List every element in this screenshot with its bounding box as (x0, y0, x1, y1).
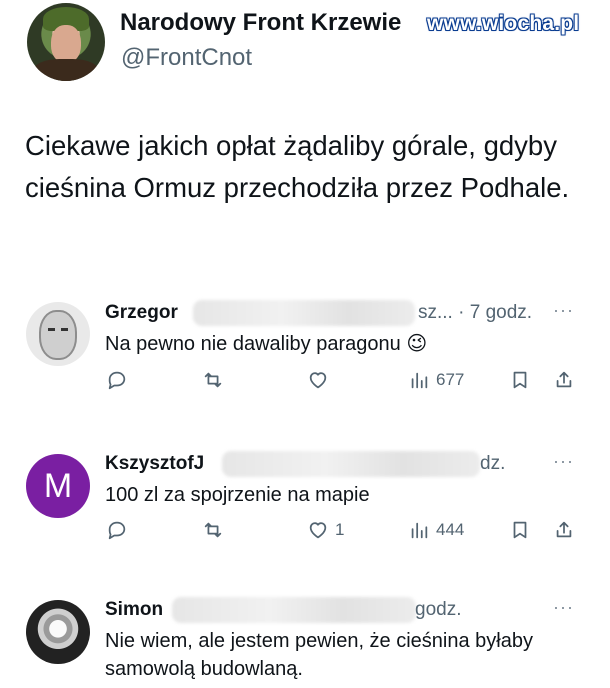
reply-avatar[interactable] (26, 302, 90, 366)
repost-button[interactable] (202, 519, 224, 541)
views-button[interactable]: 677 (408, 369, 464, 391)
bookmark-icon (513, 371, 527, 389)
watermark: www.wiocha.pl (427, 12, 580, 35)
author-avatar[interactable] (27, 3, 105, 81)
like-button[interactable] (307, 369, 335, 391)
views-bar-chart-icon (411, 372, 428, 389)
reply-meta: godz. (415, 599, 462, 620)
reply-button[interactable] (106, 369, 128, 391)
bookmark-icon (513, 521, 527, 539)
reply-icon (108, 371, 126, 390)
reply-meta: dz. (480, 453, 506, 474)
view-count: 677 (436, 370, 465, 389)
reply-meta: sz... · 7 godz. (418, 302, 533, 323)
view-count: 444 (436, 520, 465, 539)
more-options-icon[interactable]: ··· (553, 300, 574, 321)
more-options-icon[interactable]: ··· (553, 451, 574, 472)
reply-button[interactable] (106, 519, 128, 541)
repost-button[interactable] (202, 369, 224, 391)
tweet-text: Ciekawe jakich opłat żądaliby górale, gd… (25, 130, 570, 203)
views-button[interactable]: 444 (408, 519, 464, 541)
redacted-block (172, 597, 416, 623)
author-handle[interactable]: @FrontCnot (121, 44, 252, 72)
more-options-icon[interactable]: ··· (553, 597, 574, 618)
views-bar-chart-icon (411, 522, 428, 539)
like-button[interactable]: 1 (307, 519, 344, 541)
reply-author-name[interactable]: Grzegor (105, 302, 178, 324)
reply-text: 100 zl za spojrzenie na mapie (105, 484, 370, 506)
reply-text: Na pewno nie dawaliby paragonu 😉 (105, 333, 428, 355)
like-count: 1 (335, 520, 345, 539)
heart-icon (309, 372, 327, 389)
bookmark-button[interactable] (509, 519, 531, 541)
bookmark-button[interactable] (509, 369, 531, 391)
reply-text: Nie wiem, ale jestem pewien, że cieśnina… (105, 630, 533, 680)
share-icon (556, 371, 572, 388)
redacted-block (222, 451, 480, 477)
heart-icon (309, 522, 327, 539)
redacted-block (193, 300, 415, 326)
reply-author-name[interactable]: Simon (105, 599, 163, 621)
reply-icon (108, 521, 126, 540)
reply-avatar[interactable] (26, 600, 90, 664)
repost-icon (204, 372, 222, 388)
share-button[interactable] (553, 519, 575, 541)
repost-icon (204, 522, 222, 538)
share-icon (556, 521, 572, 538)
author-name[interactable]: Narodowy Front Krzewie (120, 9, 401, 37)
share-button[interactable] (553, 369, 575, 391)
reply-avatar[interactable]: M (26, 454, 90, 518)
reply-author-name[interactable]: KszysztofJ (105, 453, 204, 475)
